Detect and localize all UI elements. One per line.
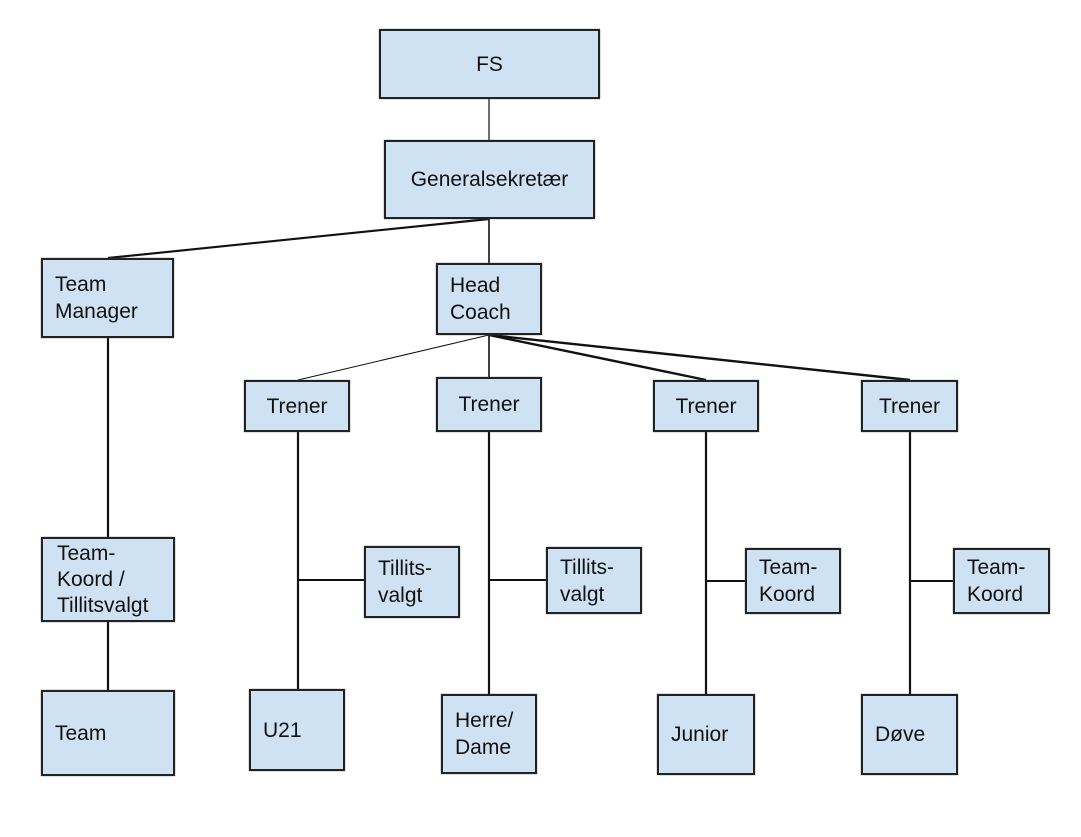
- node-trener-2: Trener: [436, 377, 542, 432]
- node-tillitsvalgt-2: Tillits- valgt: [546, 547, 642, 614]
- connector: [488, 333, 911, 382]
- connector: [297, 334, 490, 381]
- node-team-manager: Team Manager: [41, 258, 174, 338]
- node-trener-3: Trener: [653, 380, 759, 432]
- node-junior: Junior: [657, 694, 755, 775]
- node-trener-4: Trener: [861, 380, 958, 432]
- node-u21: U21: [249, 689, 345, 771]
- node-teamkoord-tillitsvalgt: Team- Koord / Tillitsvalgt: [41, 537, 175, 622]
- node-generalsekretaer: Generalsekretær: [384, 140, 595, 219]
- node-teamkoord-3: Team- Koord: [745, 548, 841, 614]
- node-herre-dame: Herre/ Dame: [441, 694, 537, 774]
- node-tillitsvalgt-1: Tillits- valgt: [364, 546, 460, 618]
- connector: [107, 217, 490, 260]
- node-trener-1: Trener: [244, 380, 350, 432]
- connector: [488, 333, 707, 382]
- org-chart: FS Generalsekretær Team Manager Head Coa…: [0, 0, 1081, 837]
- node-head-coach: Head Coach: [436, 263, 542, 335]
- node-dove: Døve: [861, 694, 958, 775]
- node-teamkoord-4: Team- Koord: [953, 548, 1050, 614]
- node-fs: FS: [379, 29, 600, 99]
- node-team: Team: [41, 690, 175, 776]
